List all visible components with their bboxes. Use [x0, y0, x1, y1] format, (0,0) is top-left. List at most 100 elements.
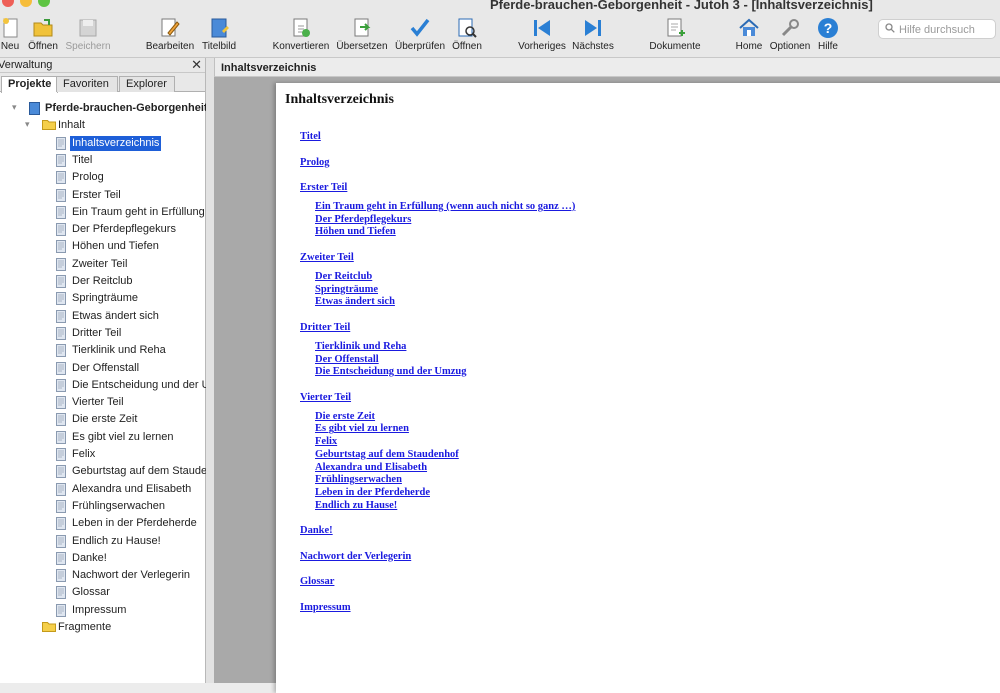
toc-chapter-link[interactable]: Alexandra und Elisabeth — [315, 462, 427, 473]
tree-document[interactable]: Prolog — [0, 169, 206, 186]
tree-document[interactable]: Leben in der Pferdeherde — [0, 515, 206, 532]
document-icon — [56, 603, 66, 619]
tree-document[interactable]: Frühlingserwachen — [0, 498, 206, 515]
tree-project[interactable]: ▾ Pferde-brauchen-Geborgenheit — [0, 100, 206, 117]
toc-part-link[interactable]: Glossar — [300, 576, 334, 587]
close-icon[interactable]: ✕ — [191, 57, 202, 73]
panel-splitter[interactable] — [206, 58, 214, 683]
document-icon — [56, 292, 66, 307]
toc-part-link[interactable]: Dritter Teil — [300, 322, 350, 333]
tree-document[interactable]: Zweiter Teil — [0, 256, 206, 273]
tree-document[interactable]: Glossar — [0, 584, 206, 601]
toc-chapter-link[interactable]: Geburtstag auf dem Staudenhof — [315, 449, 459, 460]
toc-chapter-link[interactable]: Ein Traum geht in Erfüllung (wenn auch n… — [315, 201, 575, 212]
toc-part-link[interactable]: Prolog — [300, 157, 330, 168]
toc-chapter-link[interactable]: Etwas ändert sich — [315, 296, 395, 307]
toc-part-link[interactable]: Zweiter Teil — [300, 252, 354, 263]
document-page[interactable]: Inhaltsverzeichnis Titel Prolog Erster Tei… — [276, 83, 1000, 693]
tree-folder-inhalt[interactable]: ▾ Inhalt — [0, 117, 206, 134]
toc-chapter-link[interactable]: Felix — [315, 436, 337, 447]
tree-item-label: Etwas ändert sich — [72, 309, 159, 322]
help-button[interactable]: ? Hilfe — [815, 14, 841, 56]
search-input[interactable] — [899, 22, 993, 37]
chevron-down-icon[interactable]: ▾ — [12, 102, 17, 113]
open-folder-icon — [33, 19, 53, 37]
toc-part-link[interactable]: Erster Teil — [300, 182, 347, 193]
toc-part-link[interactable]: Impressum — [300, 602, 351, 613]
toc-chapter-link[interactable]: Der Reitclub — [315, 271, 372, 282]
documents-icon — [667, 18, 685, 37]
toc-chapter-link[interactable]: Springträume — [315, 284, 378, 295]
project-tree: ▾ Pferde-brauchen-Geborgenheit ▾ Inhalt Inha… — [0, 92, 206, 682]
documents-button[interactable]: Dokumente — [647, 14, 703, 56]
next-button[interactable]: Nächstes — [571, 14, 615, 56]
translate-button[interactable]: Übersetzen — [334, 14, 390, 56]
document-icon — [56, 188, 66, 204]
tree-document[interactable]: Etwas ändert sich — [0, 308, 206, 325]
help-icon: ? — [818, 18, 838, 38]
tree-document[interactable]: Geburtstag auf dem Staudenhof — [0, 463, 206, 480]
cover-image-button[interactable]: Titelbild — [199, 14, 239, 56]
tree-document[interactable]: Es gibt viel zu lernen — [0, 429, 206, 446]
close-window-button[interactable] — [2, 0, 14, 7]
tree-document[interactable]: Die Entscheidung und der Umzug — [0, 377, 206, 394]
toc-chapter-link[interactable]: Der Offenstall — [315, 354, 379, 365]
document-icon — [56, 344, 66, 359]
open-button[interactable]: Öffnen — [26, 14, 60, 56]
document-icon — [56, 361, 66, 377]
open-book-icon — [458, 18, 477, 38]
tree-document[interactable]: Springträume — [0, 290, 206, 307]
toc-part-link[interactable]: Vierter Teil — [300, 392, 351, 403]
toc-chapter-link[interactable]: Die Entscheidung und der Umzug — [315, 366, 467, 377]
tree-document[interactable]: Dritter Teil — [0, 325, 206, 342]
tab-explorer[interactable]: Explorer — [119, 76, 175, 92]
check-button[interactable]: Überprüfen — [393, 14, 447, 56]
toolbar: Neu Öffnen Speichern Bearbeiten Titelbil… — [0, 14, 1000, 58]
tree-folder-fragmente[interactable]: Fragmente — [0, 619, 206, 636]
tree-document[interactable]: Der Reitclub — [0, 273, 206, 290]
toc-part-link[interactable]: Titel — [300, 131, 321, 142]
tab-projekte[interactable]: Projekte — [1, 76, 59, 93]
tree-document[interactable]: Vierter Teil — [0, 394, 206, 411]
tree-document[interactable]: Der Offenstall — [0, 360, 206, 377]
toc-chapter-link[interactable]: Endlich zu Hause! — [315, 500, 397, 511]
toc-chapter-link[interactable]: Tierklinik und Reha — [315, 341, 406, 352]
toc-chapter-link[interactable]: Es gibt viel zu lernen — [315, 423, 409, 434]
toc-chapter-link[interactable]: Höhen und Tiefen — [315, 226, 396, 237]
edit-button[interactable]: Bearbeiten — [144, 14, 196, 56]
tree-document[interactable]: Inhaltsverzeichnis — [0, 135, 206, 152]
tree-document[interactable]: Tierklinik und Reha — [0, 342, 206, 359]
tree-document[interactable]: Impressum — [0, 602, 206, 619]
document-icon — [56, 326, 66, 342]
panel-header: Verwaltung ✕ — [0, 57, 205, 73]
minimize-window-button[interactable] — [20, 0, 32, 7]
tree-document[interactable]: Erster Teil — [0, 187, 206, 204]
previous-button[interactable]: Vorheriges — [516, 14, 568, 56]
chevron-down-icon[interactable]: ▾ — [25, 119, 30, 130]
tree-document[interactable]: Danke! — [0, 550, 206, 567]
tab-favoriten[interactable]: Favoriten — [56, 76, 118, 92]
tree-document[interactable]: Höhen und Tiefen — [0, 238, 206, 255]
tree-document[interactable]: Ein Traum geht in Erfüllung — [0, 204, 206, 221]
toc-chapter-link[interactable]: Leben in der Pferdeherde — [315, 487, 430, 498]
open-book-button[interactable]: Öffnen — [450, 14, 484, 56]
save-button[interactable]: Speichern — [64, 14, 112, 56]
convert-button[interactable]: Konvertieren — [271, 14, 331, 56]
tree-document[interactable]: Titel — [0, 152, 206, 169]
new-button[interactable]: Neu — [0, 14, 20, 56]
tree-document[interactable]: Felix — [0, 446, 206, 463]
home-button[interactable]: Home — [734, 14, 764, 56]
toc-part-link[interactable]: Nachwort der Verlegerin — [300, 551, 411, 562]
tree-document[interactable]: Der Pferdepflegekurs — [0, 221, 206, 238]
tree-document[interactable]: Nachwort der Verlegerin — [0, 567, 206, 584]
tree-document[interactable]: Alexandra und Elisabeth — [0, 481, 206, 498]
zoom-window-button[interactable] — [38, 0, 50, 7]
tree-document[interactable]: Die erste Zeit — [0, 411, 206, 428]
toc-chapter-link[interactable]: Der Pferdepflegekurs — [315, 214, 411, 225]
options-button[interactable]: Optionen — [768, 14, 812, 56]
toc-chapter-link[interactable]: Frühlingserwachen — [315, 474, 402, 485]
tree-document[interactable]: Endlich zu Hause! — [0, 533, 206, 550]
search-box[interactable] — [878, 19, 996, 39]
toc-part-link[interactable]: Danke! — [300, 525, 333, 536]
toc-chapter-link[interactable]: Die erste Zeit — [315, 411, 375, 422]
